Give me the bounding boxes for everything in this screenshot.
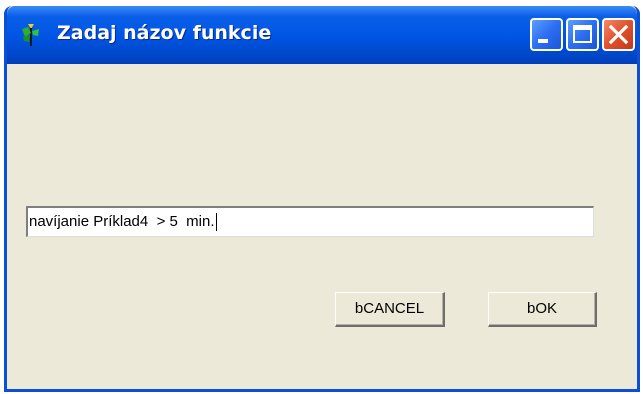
maximize-button[interactable] (566, 18, 599, 51)
title-bar[interactable]: Zadaj názov funkcie (7, 6, 637, 64)
close-icon (608, 24, 629, 45)
dialog-window: Zadaj názov funkcie navíjanie Príklad4 >… (4, 6, 640, 392)
app-icon[interactable] (19, 23, 41, 47)
close-button[interactable] (602, 18, 635, 51)
function-name-value: navíjanie Príklad4 > 5 min. (29, 213, 215, 230)
minimize-icon (538, 39, 548, 43)
ok-button[interactable]: bOK (488, 292, 597, 327)
window-title: Zadaj názov funkcie (57, 22, 272, 44)
cancel-button[interactable]: bCANCEL (335, 292, 445, 327)
minimize-button[interactable] (530, 18, 563, 51)
maximize-icon (573, 25, 592, 43)
function-name-input[interactable]: navíjanie Príklad4 > 5 min. (26, 206, 594, 237)
text-caret (215, 213, 217, 232)
